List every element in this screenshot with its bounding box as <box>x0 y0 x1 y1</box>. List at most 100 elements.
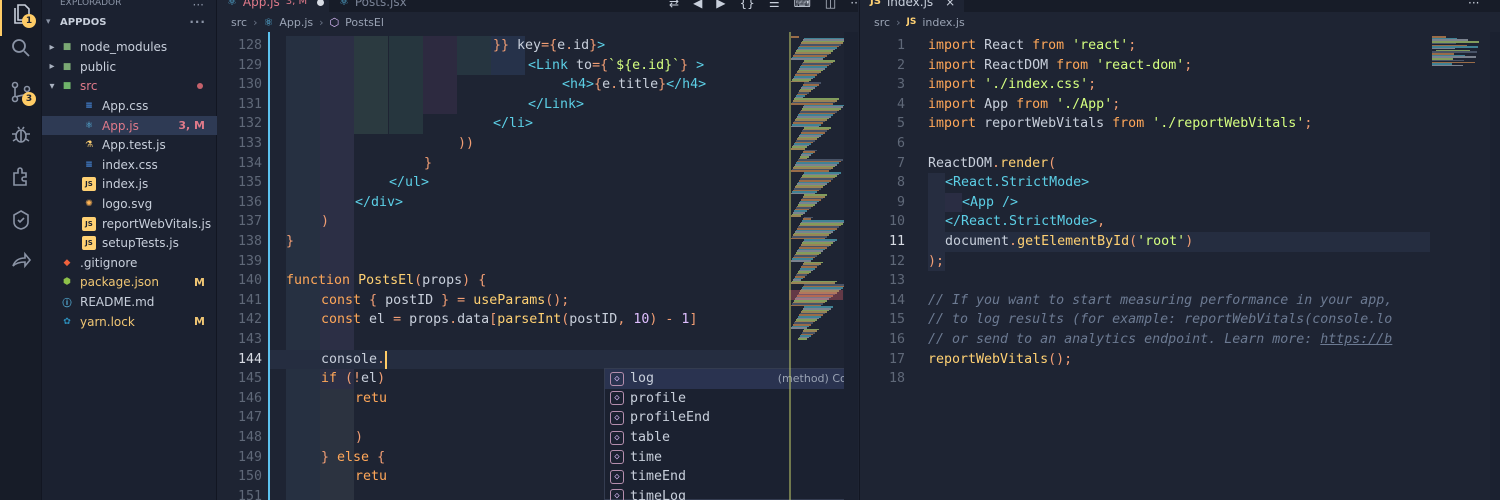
terminal-icon[interactable]: ⌨ <box>794 0 811 10</box>
more-actions-icon[interactable]: ··· <box>189 15 206 29</box>
file-tree-item[interactable]: ⬢ package.json M <box>42 273 217 293</box>
run-icon[interactable]: ▶ <box>716 0 725 10</box>
react-icon: ⚛ <box>263 15 274 29</box>
compare-icon[interactable]: ⇄ <box>669 0 679 10</box>
suggest-label: table <box>630 430 671 446</box>
breadcrumb-item[interactable]: App.js <box>279 16 313 29</box>
code-line: } else { <box>321 449 386 465</box>
line-number: 10 <box>888 214 905 230</box>
bug-icon <box>9 122 33 150</box>
remote-activity-button[interactable] <box>0 244 42 284</box>
file-tree-item[interactable]: JS index.js <box>42 175 217 195</box>
search-activity-button[interactable] <box>0 30 42 70</box>
file-tree-item[interactable]: ⚗ App.test.js <box>42 136 217 156</box>
checklist-icon[interactable]: ☰ <box>769 0 780 10</box>
minimap-slider[interactable] <box>789 290 843 300</box>
file-tree-item[interactable]: ▸ ■ public <box>42 57 217 77</box>
line-number: 136 <box>237 194 262 210</box>
close-icon[interactable]: × <box>945 0 955 12</box>
tab-app-js[interactable]: ⚛ App.js 3, M <box>217 0 329 12</box>
suggest-label: timeLog <box>630 488 687 500</box>
editor-group-right: JS index.js × ··· src › JS index.js 1 imp… <box>859 0 1500 500</box>
line-number: 149 <box>237 449 262 465</box>
minimap-line <box>798 338 807 340</box>
file-tree-item[interactable]: ✺ logo.svg <box>42 194 217 214</box>
line-number: 146 <box>237 390 262 406</box>
git-status-badge: M <box>194 315 205 329</box>
tab-index-js[interactable]: JS index.js × <box>860 0 964 12</box>
line-number: 137 <box>237 214 262 230</box>
go-back-icon[interactable]: ◀ <box>693 0 702 10</box>
chevron-right-icon: ▸ <box>49 61 55 73</box>
file-tree-item[interactable]: ✿ yarn.lock M <box>42 312 217 332</box>
vertical-scrollbar[interactable] <box>1490 32 1500 500</box>
extensions-activity-button[interactable] <box>0 158 42 198</box>
vertical-scrollbar[interactable] <box>844 32 858 500</box>
code-line: )) <box>458 136 475 151</box>
file-tree-item[interactable]: JS setupTests.js <box>42 234 217 254</box>
more-actions-icon[interactable]: ··· <box>1468 0 1479 10</box>
symbol-method-icon: ⬡ <box>329 15 340 29</box>
line-number: 129 <box>237 57 262 73</box>
chevron-down-icon: ▾ <box>49 80 55 92</box>
file-tree-item[interactable]: ▾ ■ src <box>42 77 217 97</box>
code-line: function PostsEl(props) { <box>286 273 487 289</box>
code-line: // to log results (for example: reportWe… <box>928 312 1393 328</box>
breadcrumb-item[interactable]: src <box>231 16 247 29</box>
code-line: }} key={e.id}> <box>493 38 606 53</box>
file-tree-item[interactable]: ◆ .gitignore <box>42 253 217 273</box>
file-tree-item[interactable]: ≡ index.css <box>42 155 217 175</box>
code-line: ReactDOM.render( <box>928 155 1057 171</box>
file-tree-item[interactable]: ⚛ App.js 3, M <box>42 115 217 136</box>
line-number: 145 <box>237 371 262 387</box>
code-line: document.getElementById('root') <box>945 234 1194 249</box>
file-tree-label: README.md <box>80 295 155 310</box>
line-number: 1 <box>896 38 905 53</box>
file-tree-item[interactable]: ⓘ README.md <box>42 292 217 312</box>
more-actions-icon[interactable]: ··· <box>850 0 858 10</box>
file-tree-label: index.css <box>102 157 158 172</box>
code-line: <App /> <box>962 194 1019 210</box>
tab-label: App.js <box>242 0 280 9</box>
code-line: import React from 'react'; <box>928 38 1137 53</box>
code-line: import './index.css'; <box>928 77 1097 93</box>
unsaved-dot-icon <box>317 0 325 6</box>
file-tree-item[interactable]: JS reportWebVitals.js <box>42 214 217 234</box>
file-tree-item[interactable]: ▸ ■ node_modules <box>42 38 217 58</box>
project-header[interactable]: ▾ APPDOS ··· <box>42 12 216 32</box>
more-actions-icon[interactable]: ··· <box>193 0 204 12</box>
code-line: // If you want to start measuring perfor… <box>928 292 1393 308</box>
file-tree-label: src <box>80 79 98 94</box>
line-number: 9 <box>896 194 905 210</box>
minimap-line <box>791 215 801 217</box>
method-icon: ◇ <box>610 489 624 500</box>
tab-posts-jsx[interactable]: ⚛ Posts.jsx <box>329 0 429 12</box>
test-file-icon: ⚗ <box>84 140 94 151</box>
line-number: 138 <box>237 234 262 249</box>
breadcrumb-item[interactable]: index.js <box>922 16 964 29</box>
line-number: 131 <box>237 96 262 112</box>
minimap[interactable] <box>1430 32 1490 500</box>
line-number: 14 <box>888 292 905 308</box>
breadcrumb: src › ⚛ App.js › ⬡ PostsEl <box>217 12 858 32</box>
braces-icon[interactable]: {} <box>740 0 755 10</box>
breadcrumb-item[interactable]: PostsEl <box>345 16 384 29</box>
breadcrumb-item[interactable]: src <box>874 16 890 29</box>
code-editor[interactable]: 1 import React from 'react'; 2 import React… <box>860 32 1500 500</box>
editor-toolbar: ··· <box>1468 0 1479 10</box>
line-number: 135 <box>237 175 262 191</box>
split-editor-icon[interactable]: ◫ <box>825 0 836 10</box>
indent-guide <box>268 32 270 500</box>
source-control-activity-button[interactable]: 3 <box>0 74 42 114</box>
line-number: 6 <box>896 136 905 151</box>
code-line: ); <box>928 253 945 269</box>
minimap[interactable] <box>789 32 849 500</box>
code-line: <Link to={`${e.id}`} > <box>528 57 705 73</box>
testing-activity-button[interactable] <box>0 202 42 242</box>
line-number: 134 <box>237 155 262 171</box>
line-number: 150 <box>237 469 262 485</box>
debug-activity-button[interactable] <box>0 116 42 156</box>
file-tree-item[interactable]: ≡ App.css <box>42 96 217 116</box>
method-icon: ◇ <box>610 391 624 406</box>
git-icon: ◆ <box>63 257 71 268</box>
